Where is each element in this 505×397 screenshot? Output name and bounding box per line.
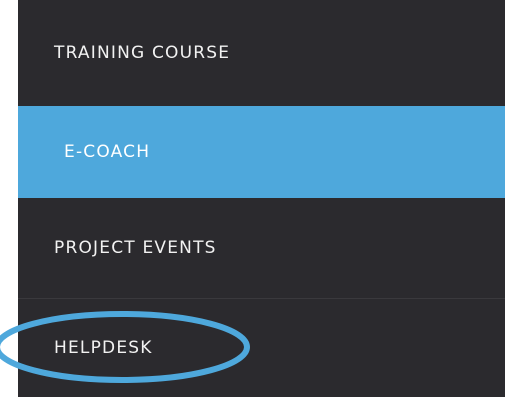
menu-item-project-events[interactable]: PROJECT EVENTS xyxy=(18,198,505,298)
page: TRAINING COURSE E-COACH PROJECT EVENTS H… xyxy=(0,0,505,397)
menu-item-e-coach[interactable]: E-COACH xyxy=(18,106,505,198)
menu-item-training-course[interactable]: TRAINING COURSE xyxy=(18,0,505,106)
side-menu: TRAINING COURSE E-COACH PROJECT EVENTS H… xyxy=(18,0,505,397)
menu-item-label: HELPDESK xyxy=(54,337,153,358)
menu-item-label: E-COACH xyxy=(64,142,151,162)
menu-item-label: PROJECT EVENTS xyxy=(54,238,217,258)
menu-item-helpdesk[interactable]: HELPDESK xyxy=(18,298,505,397)
menu-item-label: TRAINING COURSE xyxy=(54,43,231,63)
